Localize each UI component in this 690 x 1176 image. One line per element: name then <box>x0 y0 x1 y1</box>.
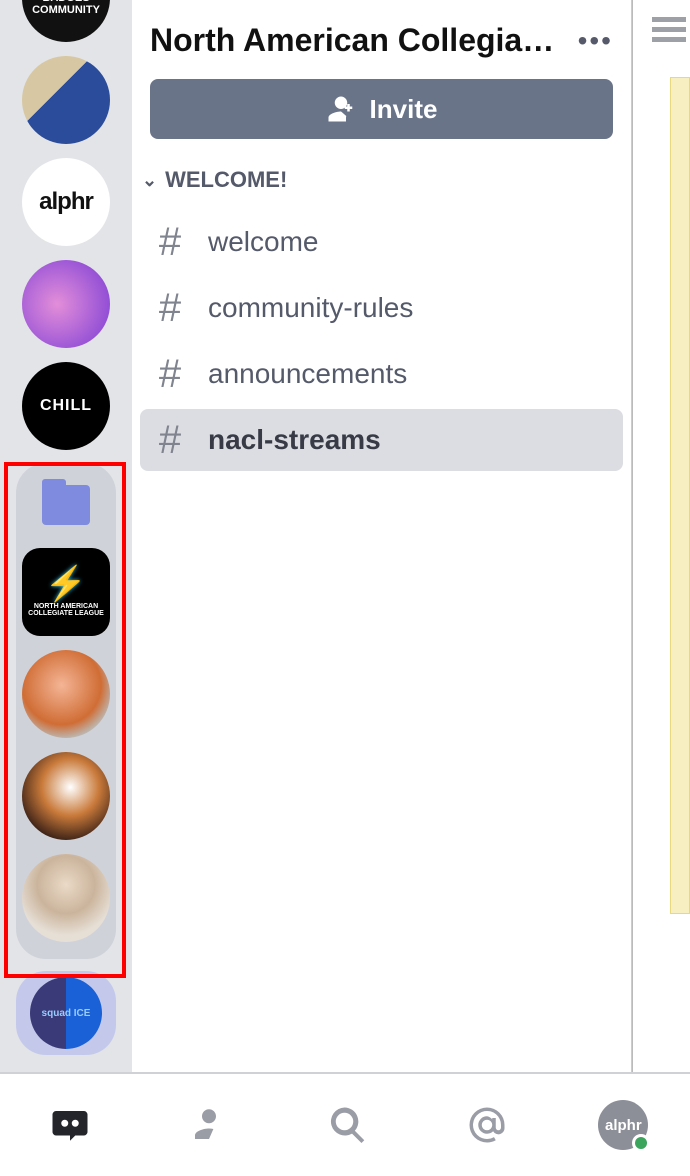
folder-head[interactable] <box>22 469 110 541</box>
invite-person-icon <box>326 94 356 124</box>
hamburger-icon[interactable] <box>652 0 690 47</box>
server-rail: DISCORD BADGES COMMUNITY alphr CHILL ⚡ N… <box>0 0 132 1072</box>
more-options-icon[interactable]: ••• <box>578 25 613 57</box>
right-pane-sliver <box>632 0 690 1072</box>
server-discord-badges[interactable]: DISCORD BADGES COMMUNITY <box>22 0 110 42</box>
bolt-icon: ⚡ <box>45 567 87 601</box>
server-ac[interactable] <box>22 260 110 348</box>
server-folder-open[interactable]: ⚡ NORTH AMERICAN COLLEGIATE LEAGUE <box>16 463 116 959</box>
server-label: DISCORD BADGES COMMUNITY <box>22 0 110 16</box>
category-label: WELCOME! <box>165 167 287 193</box>
channel-name: community-rules <box>208 292 413 324</box>
server-nacl[interactable]: ⚡ NORTH AMERICAN COLLEGIATE LEAGUE <box>22 548 110 636</box>
hash-icon: # <box>150 220 190 265</box>
channel-welcome[interactable]: # welcome <box>140 211 623 273</box>
search-icon <box>327 1104 369 1146</box>
server-anime1[interactable] <box>22 650 110 738</box>
channel-panel: North American Collegia… ••• Invite ⌄ WE… <box>132 0 632 1072</box>
discord-logo-icon <box>49 1104 91 1146</box>
invite-button[interactable]: Invite <box>150 79 613 139</box>
status-online-icon <box>632 1134 650 1152</box>
channel-announcements[interactable]: # announcements <box>140 343 623 405</box>
tab-home[interactable] <box>42 1097 98 1153</box>
server-chill[interactable]: CHILL <box>22 362 110 450</box>
tab-profile[interactable]: alphr <box>598 1100 648 1150</box>
tab-friends[interactable] <box>181 1097 237 1153</box>
bottom-tab-bar: alphr <box>0 1072 690 1176</box>
server-title[interactable]: North American Collegia… <box>150 22 568 59</box>
server-label: alphr <box>39 188 93 216</box>
channel-name: welcome <box>208 226 318 258</box>
content-preview-strip <box>670 77 690 914</box>
channel-nacl-streams[interactable]: # nacl-streams <box>140 409 623 471</box>
friends-icon <box>188 1104 230 1146</box>
hash-icon: # <box>150 418 190 463</box>
server-label: NORTH AMERICAN COLLEGIATE LEAGUE <box>22 603 110 617</box>
server-anime2[interactable] <box>22 752 110 840</box>
channel-name: nacl-streams <box>208 424 381 456</box>
panel-header: North American Collegia… ••• <box>132 0 631 69</box>
server-squad[interactable]: squad ICE <box>30 977 102 1049</box>
channel-community-rules[interactable]: # community-rules <box>140 277 623 339</box>
channel-name: announcements <box>208 358 407 390</box>
hash-icon: # <box>150 352 190 397</box>
invite-label: Invite <box>370 94 438 125</box>
server-folder-closed[interactable]: squad ICE <box>16 971 116 1055</box>
server-label: CHILL <box>40 397 92 415</box>
folder-icon <box>42 485 90 525</box>
server-ginger[interactable] <box>22 56 110 144</box>
server-alphr[interactable]: alphr <box>22 158 110 246</box>
mentions-icon <box>466 1104 508 1146</box>
hash-icon: # <box>150 286 190 331</box>
server-elon[interactable] <box>22 854 110 942</box>
server-label: squad ICE <box>42 1008 91 1019</box>
category-welcome[interactable]: ⌄ WELCOME! <box>132 167 631 207</box>
tab-mentions[interactable] <box>459 1097 515 1153</box>
tab-search[interactable] <box>320 1097 376 1153</box>
profile-label: alphr <box>605 1117 642 1134</box>
chevron-down-icon: ⌄ <box>142 170 157 191</box>
